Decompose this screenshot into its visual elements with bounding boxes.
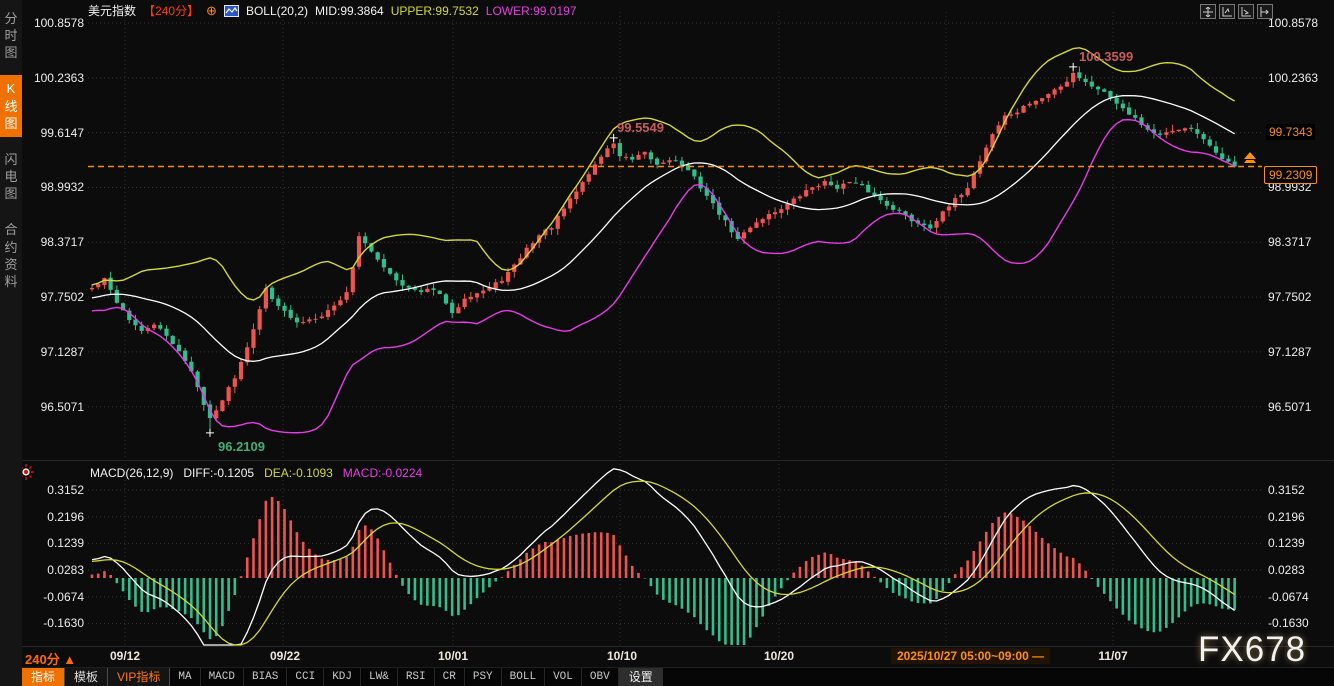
- sidebar-tab-闪电图[interactable]: 闪电图: [0, 146, 22, 207]
- indicator-button-VOL[interactable]: VOL: [545, 668, 582, 686]
- macd-header: MACD(26,12,9) DIFF:-0.1205 DEA:-0.1093 M…: [90, 466, 422, 480]
- macd-axis-label-left: -0.1630: [22, 616, 84, 630]
- go-latest-icon[interactable]: [1257, 4, 1273, 19]
- price-axis-label-left: 100.2363: [22, 71, 84, 85]
- price-macd-chart-canvas[interactable]: [0, 0, 1334, 686]
- expand-circle-icon[interactable]: ⊕: [206, 4, 217, 17]
- date-axis: 240分 ▲ 2025/10/27 05:00~09:00 — 09/12 09/…: [0, 648, 1334, 666]
- chart-toolbox: [1200, 4, 1273, 19]
- date-tick-label: 09/22: [270, 649, 300, 663]
- sidebar-tab-K线图[interactable]: K线图: [0, 75, 22, 136]
- macd-axis-label-right: 0.1239: [1268, 536, 1305, 550]
- macd-axis-label-left: 0.2196: [22, 510, 84, 524]
- indicator-button-CCI[interactable]: CCI: [287, 668, 324, 686]
- macd-diff-value: DIFF:-0.1205: [183, 466, 254, 480]
- price-axis-label-right: 98.3717: [1268, 235, 1311, 249]
- macd-axis-label-right: 0.3152: [1268, 483, 1305, 497]
- low-annotation: 96.2109: [218, 439, 265, 454]
- sidebar-tab-label: 闪电图: [4, 151, 18, 202]
- sidebar-tab-合约资料[interactable]: 合约资料: [0, 216, 22, 295]
- indicator-chart-icon[interactable]: [224, 5, 239, 17]
- indicator-button-BIAS[interactable]: BIAS: [244, 668, 287, 686]
- sidebar-tab-label: 分时图: [4, 10, 18, 61]
- band-last-value-badge: 99.7343: [1266, 124, 1315, 140]
- pan-move-icon[interactable]: [1200, 4, 1216, 19]
- sidebar-chart-mode: 分时图 K线图闪电图合约资料: [0, 0, 22, 686]
- period-dropdown[interactable]: 240分 ▲: [25, 649, 76, 668]
- macd-param-label: MACD(26,12,9): [90, 466, 173, 480]
- zoom-in-icon[interactable]: [1219, 4, 1235, 19]
- macd-macd-value: MACD:-0.0224: [343, 466, 422, 480]
- sidebar-tab-label: 合约资料: [4, 221, 18, 290]
- indicator-toolbar: 指标模板VIP指标MAMACDBIASCCIKDJLW&RSICRPSYBOLL…: [22, 667, 1334, 686]
- macd-axis-label-right: 0.0283: [1268, 563, 1305, 577]
- last-price-badge: 99.2309: [1264, 166, 1317, 184]
- swing-high-annotation: 99.5549: [617, 120, 664, 135]
- price-axis-label-right: 97.1287: [1268, 345, 1311, 359]
- indicator-button-CR[interactable]: CR: [435, 668, 465, 686]
- toolbar-tab-指标[interactable]: 指标: [22, 668, 65, 686]
- price-axis-label-left: 99.6147: [22, 126, 84, 140]
- toolbar-tab-VIP指标[interactable]: VIP指标: [108, 668, 170, 686]
- zoom-out-icon[interactable]: [1238, 4, 1254, 19]
- selected-candle-time: 2025/10/27 05:00~09:00 —: [891, 648, 1050, 664]
- date-tick-label: 11/07: [1098, 649, 1127, 663]
- price-axis-label-left: 98.9932: [22, 180, 84, 194]
- macd-axis-label-left: 0.0283: [22, 563, 84, 577]
- date-tick-label: 10/10: [607, 649, 637, 663]
- macd-axis-label-left: -0.0674: [22, 590, 84, 604]
- macd-dea-value: DEA:-0.1093: [264, 466, 333, 480]
- boll-lower-value: LOWER:99.0197: [486, 4, 577, 18]
- indicator-button-RSI[interactable]: RSI: [398, 668, 435, 686]
- macd-axis-label-right: -0.1630: [1268, 616, 1309, 630]
- indicator-button-PSY[interactable]: PSY: [465, 668, 502, 686]
- price-axis-label-left: 98.3717: [22, 235, 84, 249]
- price-axis-label-right: 96.5071: [1268, 400, 1311, 414]
- price-axis-label-right: 100.2363: [1268, 71, 1318, 85]
- price-axis-label-right: 97.7502: [1268, 290, 1311, 304]
- price-axis-label-left: 97.7502: [22, 290, 84, 304]
- indicator-button-MA[interactable]: MA: [170, 668, 200, 686]
- period-tag: 【240分】: [143, 2, 199, 19]
- date-tick-label: 09/12: [110, 649, 140, 663]
- macd-axis-label-right: -0.0674: [1268, 590, 1309, 604]
- price-axis-label-left: 100.8578: [22, 16, 84, 30]
- indicator-button-OBV[interactable]: OBV: [582, 668, 619, 686]
- macd-axis-label-left: 0.1239: [22, 536, 84, 550]
- sidebar-tab-分时图[interactable]: 分时图: [0, 5, 22, 66]
- date-tick-label: 10/20: [764, 649, 794, 663]
- price-axis-label-right: 100.8578: [1268, 16, 1318, 30]
- boll-mid-value: MID:99.3864: [315, 4, 384, 18]
- indicator-button-BOLL[interactable]: BOLL: [502, 668, 545, 686]
- price-axis-label-left: 97.1287: [22, 345, 84, 359]
- macd-axis-label-right: 0.2196: [1268, 510, 1305, 524]
- scroll-to-latest-arrow-icon[interactable]: [1243, 152, 1257, 165]
- toolbar-tab-模板[interactable]: 模板: [65, 668, 108, 686]
- settings-button[interactable]: 设置: [619, 668, 663, 686]
- chart-header: 美元指数 【240分】 ⊕ BOLL(20,2) MID:99.3864 UPP…: [88, 2, 577, 19]
- boll-param-label: BOLL(20,2): [246, 4, 308, 18]
- price-axis-label-left: 96.5071: [22, 400, 84, 414]
- sidebar-tab-label: K线图: [4, 80, 18, 131]
- charting-app: 分时图 K线图闪电图合约资料 美元指数 【240分】 ⊕ BOLL(20,2) M…: [0, 0, 1334, 686]
- indicator-button-MACD[interactable]: MACD: [201, 668, 244, 686]
- top-high-annotation: 100.3599: [1079, 49, 1133, 64]
- boll-upper-value: UPPER:99.7532: [391, 4, 479, 18]
- symbol-title: 美元指数: [88, 2, 136, 19]
- fx678-watermark: FX678: [1198, 630, 1306, 670]
- indicator-button-KDJ[interactable]: KDJ: [324, 668, 361, 686]
- macd-axis-label-left: 0.3152: [22, 483, 84, 497]
- indicator-button-LW&[interactable]: LW&: [361, 668, 398, 686]
- date-tick-label: 10/01: [438, 649, 468, 663]
